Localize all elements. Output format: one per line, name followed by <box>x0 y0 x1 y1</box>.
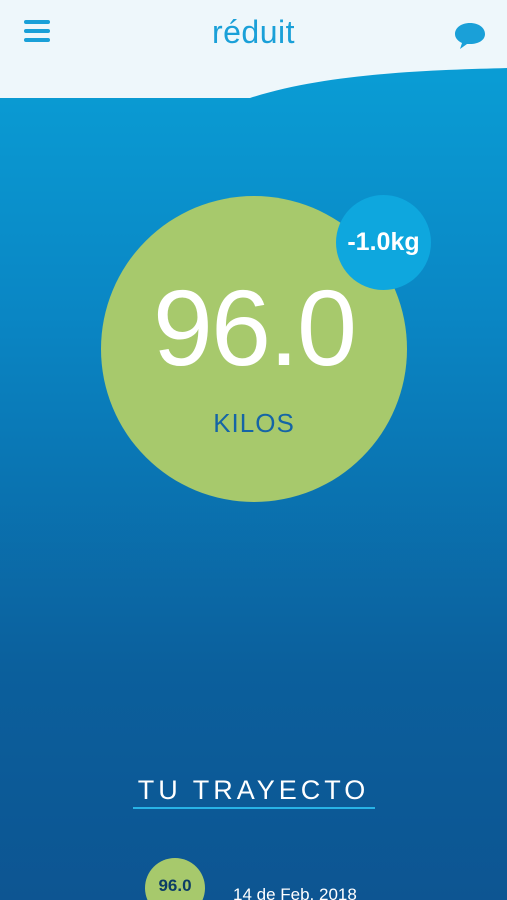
current-weight-value: 96.0 <box>152 267 357 388</box>
weight-unit-label: KILOS <box>213 408 295 438</box>
journey-title-underline <box>133 807 375 809</box>
app-header: réduit <box>0 0 507 100</box>
chat-bubble-icon[interactable] <box>453 20 487 50</box>
journey-entry-date: 14 de Feb, 2018 <box>233 885 357 900</box>
journey-section-title: TU TRAYECTO <box>137 775 370 805</box>
journey-entry-weight[interactable]: 96.0 <box>145 858 205 900</box>
weight-change-badge: -1.0kg <box>336 195 431 290</box>
app-screen: réduit 96.0 KILOS -1.0kg TU TRAYECTO 96.… <box>0 0 507 900</box>
app-logo: réduit <box>211 14 296 50</box>
